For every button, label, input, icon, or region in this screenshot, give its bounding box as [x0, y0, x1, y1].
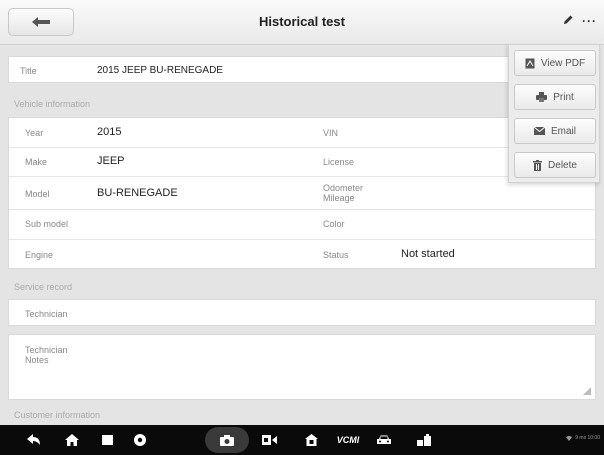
back-icon [27, 434, 40, 445]
status-label: Status [323, 250, 349, 260]
nav-home-button[interactable] [60, 425, 84, 455]
title-label: Title [20, 66, 37, 76]
recent-apps-icon [101, 435, 113, 445]
nav-vcmi-button[interactable]: VCMI [333, 425, 363, 455]
print-icon [536, 92, 548, 102]
license-label: License [323, 157, 355, 167]
odometer-label: Odometer Mileage [323, 183, 364, 203]
email-button[interactable]: Email [514, 118, 596, 144]
email-label: Email [550, 125, 576, 137]
customer-section-label: Customer information [14, 410, 101, 420]
bottom-nav-bar: VCMI 9 ms 10:00 [0, 425, 604, 455]
status-text: 9 ms 10:00 [575, 435, 600, 441]
nav-camera-button[interactable] [215, 425, 239, 455]
nav-screen-record-button[interactable] [257, 425, 281, 455]
nav-recent-apps-button[interactable] [95, 425, 119, 455]
make-label: Make [25, 157, 48, 167]
screen-record-icon [261, 435, 277, 445]
technician-field[interactable]: Technician [8, 299, 596, 326]
vin-label: VIN [323, 128, 339, 138]
nav-back-button[interactable] [22, 425, 46, 455]
model-value: BU-RENEGADE [97, 187, 178, 199]
view-pdf-label: View PDF [540, 57, 586, 69]
technician-notes-field[interactable]: Technician Notes [8, 334, 596, 400]
engine-label: Engine [25, 250, 54, 260]
model-label: Model [25, 189, 50, 199]
system-status-area: 9 ms 10:00 [566, 435, 600, 441]
more-options-menu: View PDF Print Email Delete [508, 44, 600, 183]
technician-label: Technician [25, 309, 68, 319]
camera-icon [220, 434, 234, 446]
page-title: Historical test [259, 14, 345, 29]
delete-button[interactable]: Delete [514, 152, 596, 178]
tools-icon [417, 434, 431, 446]
title-value: 2015 JEEP BU-RENEGADE [97, 65, 223, 76]
top-bar: Historical test ··· [0, 0, 604, 45]
nav-tools-button[interactable] [412, 425, 436, 455]
car-icon [377, 435, 391, 444]
print-button[interactable]: Print [514, 84, 596, 110]
color-label: Color [323, 219, 345, 229]
print-label: Print [553, 91, 574, 103]
status-value: Not started [401, 248, 455, 260]
nav-shop-button[interactable] [299, 425, 323, 455]
shop-home-icon [304, 434, 318, 446]
browser-icon [134, 434, 146, 446]
vehicle-section-label: Vehicle information [14, 99, 91, 109]
technician-notes-label: Technician Notes [25, 345, 68, 365]
resize-handle-icon[interactable] [583, 387, 591, 395]
view-pdf-button[interactable]: View PDF [514, 50, 596, 76]
year-label: Year [25, 128, 44, 138]
delete-label: Delete [548, 159, 577, 171]
vcmi-label: VCMI [336, 435, 360, 445]
home-icon [65, 434, 79, 446]
submodel-label: Sub model [25, 219, 69, 229]
service-section-label: Service record [14, 282, 73, 292]
pdf-icon [525, 58, 535, 68]
trash-icon [533, 159, 543, 171]
edit-pencil-icon[interactable] [562, 14, 574, 26]
year-value: 2015 [97, 126, 122, 138]
email-icon [533, 127, 545, 135]
wifi-icon [566, 435, 573, 441]
nav-browser-button[interactable] [128, 425, 152, 455]
more-options-icon[interactable]: ··· [582, 14, 597, 28]
make-value: JEEP [97, 155, 125, 167]
nav-vehicle-button[interactable] [372, 425, 396, 455]
